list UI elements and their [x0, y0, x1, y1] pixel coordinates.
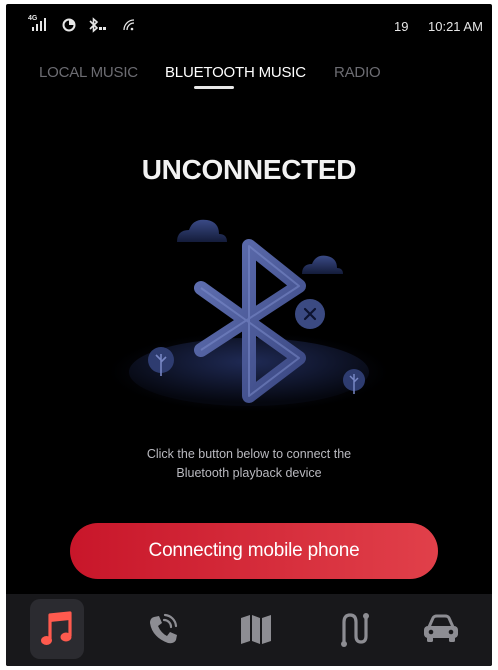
- cloud-icon: [177, 219, 227, 242]
- phone-icon: [150, 613, 178, 644]
- hint-line-1: Click the button below to connect the: [146, 447, 352, 461]
- connect-phone-button[interactable]: Connecting mobile phone: [70, 523, 438, 579]
- car-icon: [424, 614, 458, 642]
- cloud-icon: [302, 255, 343, 274]
- connection-hint: Click the button below to connect the Bl…: [6, 445, 492, 483]
- status-bar: 4G 19 10:21 AM: [6, 4, 492, 44]
- tab-radio[interactable]: RADIO: [334, 64, 381, 81]
- dock-route-button[interactable]: [326, 600, 380, 658]
- map-icon: [241, 615, 271, 644]
- disconnected-x-icon: [295, 299, 325, 329]
- dock-phone-button[interactable]: [136, 600, 190, 658]
- signal-icon: 4G: [28, 15, 50, 33]
- source-tabs: LOCAL MUSIC BLUETOOTH MUSIC RADIO: [6, 60, 492, 96]
- route-icon: [341, 613, 369, 647]
- wifi-icon: [123, 19, 135, 31]
- network-label: 4G: [28, 15, 38, 22]
- active-tab-indicator: [194, 86, 234, 89]
- dock-music-button[interactable]: [30, 599, 84, 659]
- app-dock: [6, 594, 492, 666]
- music-icon: [41, 611, 72, 645]
- hint-line-2: Bluetooth playback device: [176, 466, 322, 480]
- page-title: UNCONNECTED: [141, 154, 357, 185]
- tab-bluetooth-music[interactable]: BLUETOOTH MUSIC: [165, 64, 306, 81]
- dock-map-button[interactable]: [229, 600, 283, 658]
- tab-local-music[interactable]: LOCAL MUSIC: [39, 64, 138, 81]
- screen: 4G 19 10:21 AM LOCAL MUSIC BLUETOOTH MUS…: [6, 4, 492, 666]
- vpn-icon: [62, 18, 76, 32]
- bluetooth-illustration: [109, 219, 389, 412]
- bluetooth-battery-icon: [89, 17, 106, 33]
- dock-car-button[interactable]: [414, 600, 468, 658]
- notification-count: 19: [394, 19, 409, 34]
- clock: 10:21 AM: [428, 19, 483, 34]
